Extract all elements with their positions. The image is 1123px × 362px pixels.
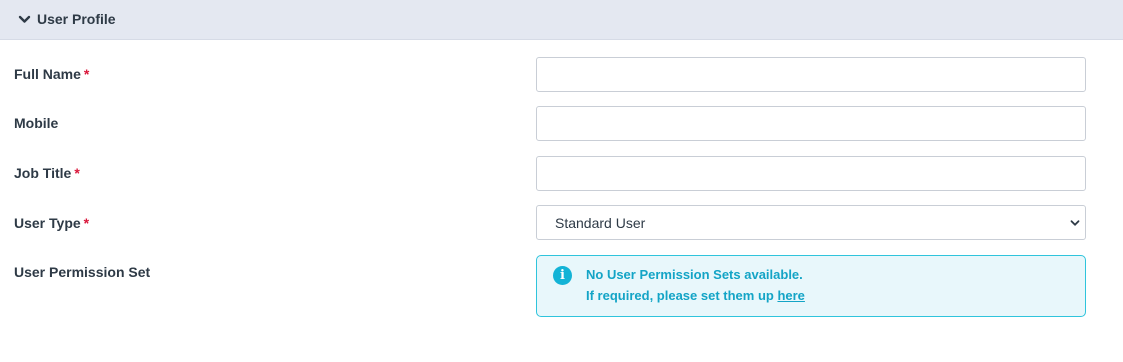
section-title: User Profile xyxy=(37,11,116,27)
permission-set-label: User Permission Set xyxy=(14,264,150,280)
job-title-input[interactable] xyxy=(536,156,1086,191)
mobile-input[interactable] xyxy=(536,106,1086,141)
full-name-label-text: Full Name xyxy=(14,66,81,82)
required-marker: * xyxy=(83,215,90,231)
full-name-input[interactable] xyxy=(536,57,1086,92)
full-name-label: Full Name * xyxy=(14,66,89,82)
mobile-label: Mobile xyxy=(14,115,58,131)
info-message-line2: If required, please set them up here xyxy=(586,288,805,303)
user-type-select[interactable]: Standard User xyxy=(536,205,1086,240)
mobile-label-text: Mobile xyxy=(14,115,59,131)
permission-set-label-text: User Permission Set xyxy=(14,264,151,280)
chevron-down-icon xyxy=(18,15,31,23)
set-up-permission-sets-link[interactable]: here xyxy=(777,288,804,303)
info-icon: i xyxy=(553,266,572,285)
user-type-label-text: User Type xyxy=(14,215,81,231)
section-header-user-profile[interactable]: User Profile xyxy=(0,0,1123,40)
required-marker: * xyxy=(83,66,90,82)
user-type-label: User Type * xyxy=(14,215,89,231)
permission-set-info-alert: i No User Permission Sets available. If … xyxy=(536,255,1086,317)
info-message-line2-text: If required, please set them up xyxy=(586,288,774,303)
job-title-label: Job Title * xyxy=(14,165,80,181)
info-message-line1: No User Permission Sets available. xyxy=(586,267,803,282)
chevron-down-icon xyxy=(1070,220,1080,226)
required-marker: * xyxy=(74,165,80,181)
job-title-label-text: Job Title xyxy=(14,165,72,181)
user-type-selected-value: Standard User xyxy=(555,214,646,231)
